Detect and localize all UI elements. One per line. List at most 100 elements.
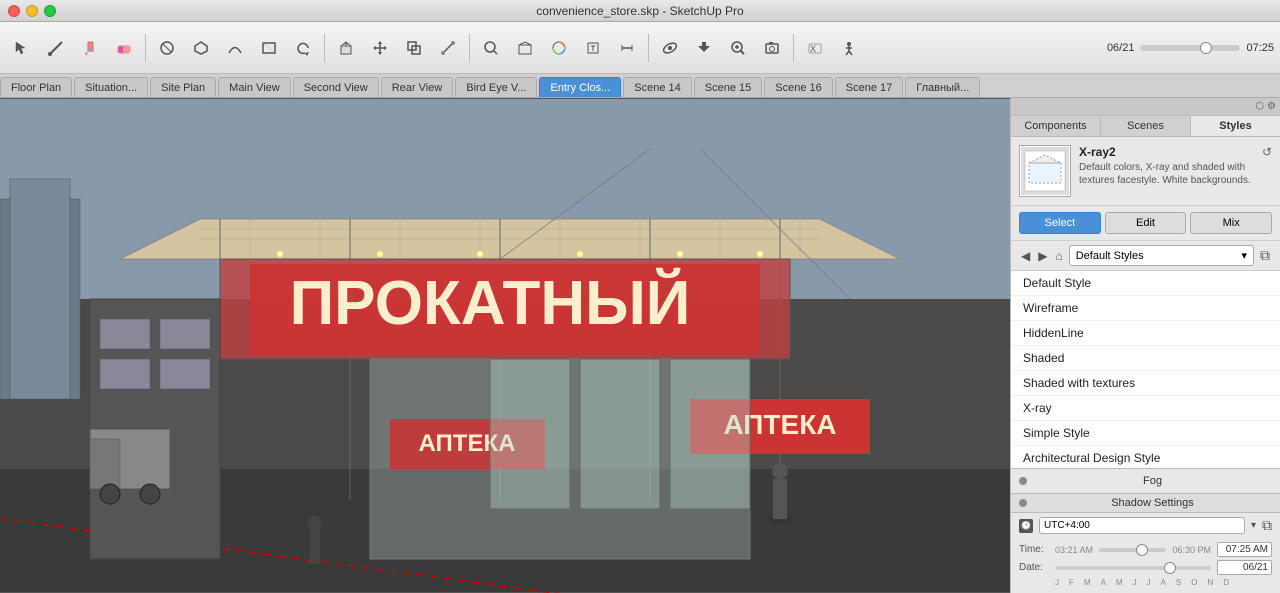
tab-styles[interactable]: Styles — [1191, 116, 1280, 136]
scene-tabs: Floor Plan Situation... Site Plan Main V… — [0, 74, 1280, 98]
style-item-shaded[interactable]: Shaded — [1011, 346, 1280, 371]
style-library-dropdown[interactable]: Default Styles ▾ — [1069, 245, 1254, 266]
style-item-wireframe[interactable]: Wireframe — [1011, 296, 1280, 321]
text-tool[interactable] — [577, 32, 609, 64]
viewport[interactable]: ПРОКАТНЫЙ АПТЕКА АПТЕКА — [0, 98, 1010, 593]
orbit-tool[interactable] — [654, 32, 686, 64]
panel-right-icons: ↺ — [1262, 145, 1272, 159]
select-button[interactable]: Select — [1019, 212, 1101, 234]
paint-tool[interactable] — [74, 32, 106, 64]
zoom-tool[interactable] — [722, 32, 754, 64]
fog-label: Fog — [1033, 475, 1272, 487]
panel-settings-btn[interactable]: ⚙ — [1267, 101, 1276, 112]
style-item-hiddenline[interactable]: HiddenLine — [1011, 321, 1280, 346]
time-end-label: 06:30 PM — [1172, 545, 1211, 555]
mix-button[interactable]: Mix — [1190, 212, 1272, 234]
rectangle-tool[interactable] — [253, 32, 285, 64]
utc-dropdown-arrow[interactable]: ▾ — [1251, 520, 1256, 531]
svg-text:X: X — [810, 44, 816, 54]
component-tool[interactable] — [509, 32, 541, 64]
style-item-simple[interactable]: Simple Style — [1011, 421, 1280, 446]
material-tool[interactable] — [543, 32, 575, 64]
edit-button[interactable]: Edit — [1105, 212, 1187, 234]
tape-tool[interactable] — [432, 32, 464, 64]
clock-icon: 🕐 — [1019, 519, 1033, 533]
month-n: N — [1208, 578, 1214, 587]
rotate-tool[interactable] — [287, 32, 319, 64]
walkthrough-tool[interactable] — [833, 32, 865, 64]
tab-site-plan[interactable]: Site Plan — [150, 77, 216, 97]
dropdown-arrow: ▾ — [1241, 249, 1247, 262]
search-tool[interactable] — [475, 32, 507, 64]
dimension-tool[interactable] — [611, 32, 643, 64]
close-button[interactable] — [8, 5, 20, 17]
time-slider[interactable] — [1099, 548, 1166, 552]
tab-rear-view[interactable]: Rear View — [381, 77, 454, 97]
line-tool[interactable] — [40, 32, 72, 64]
month-j1: J — [1055, 578, 1059, 587]
date-slider[interactable] — [1055, 566, 1211, 570]
month-labels: J F M A M J J A S O N D — [1019, 578, 1272, 589]
timeline-end: 07:25 — [1246, 42, 1274, 54]
timeline-slider[interactable] — [1140, 45, 1240, 51]
camera-tool[interactable] — [756, 32, 788, 64]
toolbar-separator-1 — [145, 34, 146, 62]
time-label: Time: — [1019, 544, 1049, 555]
sketchup-viewport: ПРОКАТНЫЙ АПТЕКА АПТЕКА — [0, 98, 1010, 593]
month-a1: A — [1101, 578, 1106, 587]
arc-tool[interactable] — [219, 32, 251, 64]
maximize-button[interactable] — [44, 5, 56, 17]
toolbar-separator-2 — [324, 34, 325, 62]
style-item-xray[interactable]: X-ray — [1011, 396, 1280, 421]
xray-tool[interactable]: X — [799, 32, 831, 64]
scale-tool[interactable] — [398, 32, 430, 64]
style-item-default[interactable]: Default Style — [1011, 271, 1280, 296]
tab-second-view[interactable]: Second View — [293, 77, 379, 97]
panel-resize-btn[interactable]: ⬡ — [1255, 101, 1264, 112]
style-item-architectural[interactable]: Architectural Design Style — [1011, 446, 1280, 468]
style-item-shaded-textures[interactable]: Shaded with textures — [1011, 371, 1280, 396]
tab-components[interactable]: Components — [1011, 116, 1101, 136]
tab-scene-14[interactable]: Scene 14 — [623, 77, 691, 97]
right-panel: ⬡ ⚙ Components Scenes Styles — [1010, 98, 1280, 593]
tab-scene-17[interactable]: Scene 17 — [835, 77, 903, 97]
shadow-indicator — [1019, 499, 1027, 507]
forward-arrow[interactable]: ▶ — [1036, 247, 1049, 265]
minimize-button[interactable] — [26, 5, 38, 17]
shadow-header: Shadow Settings — [1011, 494, 1280, 512]
eraser-tool[interactable] — [108, 32, 140, 64]
pan-tool[interactable] — [688, 32, 720, 64]
tab-situation[interactable]: Situation... — [74, 77, 148, 97]
polygon-tool[interactable] — [185, 32, 217, 64]
circle-tool[interactable] — [151, 32, 183, 64]
utc-dropdown[interactable]: UTC+4:00 — [1039, 517, 1245, 534]
update-style-btn[interactable]: ↺ — [1262, 145, 1272, 159]
tab-entry-close[interactable]: Entry Clos... — [539, 77, 621, 97]
style-thumbnail — [1019, 145, 1071, 197]
shadow-settings-label: Shadow Settings — [1033, 497, 1272, 509]
back-arrow[interactable]: ◀ — [1019, 247, 1032, 265]
tab-scenes[interactable]: Scenes — [1101, 116, 1191, 136]
tab-scene-15[interactable]: Scene 15 — [694, 77, 762, 97]
month-j2: J — [1133, 578, 1137, 587]
svg-text:ПРОКАТНЫЙ: ПРОКАТНЫЙ — [290, 268, 691, 338]
tab-glavny[interactable]: Главный... — [905, 77, 980, 97]
home-button[interactable]: ⌂ — [1053, 247, 1064, 265]
time-row: Time: 03:21 AM 06:30 PM 07:25 AM — [1019, 542, 1272, 557]
copy-style-button[interactable]: ⧉ — [1258, 245, 1272, 266]
utc-copy-btn[interactable]: ⧉ — [1262, 517, 1272, 534]
toolbar-separator-5 — [793, 34, 794, 62]
time-value: 07:25 AM — [1217, 542, 1272, 557]
main-content: ПРОКАТНЫЙ АПТЕКА АПТЕКА — [0, 98, 1280, 593]
select-tool[interactable] — [6, 32, 38, 64]
style-info: X-ray2 Default colors, X-ray and shaded … — [1079, 145, 1254, 187]
tab-bird-eye[interactable]: Bird Eye V... — [455, 77, 537, 97]
tab-main-view[interactable]: Main View — [218, 77, 291, 97]
move-tool[interactable] — [364, 32, 396, 64]
tab-scene-16[interactable]: Scene 16 — [764, 77, 832, 97]
app-container: convenience_store.skp - SketchUp Pro — [0, 0, 1280, 593]
shadow-section: Shadow Settings — [1011, 493, 1280, 512]
tab-floor-plan[interactable]: Floor Plan — [0, 77, 72, 97]
push-pull-tool[interactable] — [330, 32, 362, 64]
timeline-start: 06/21 — [1107, 42, 1135, 54]
